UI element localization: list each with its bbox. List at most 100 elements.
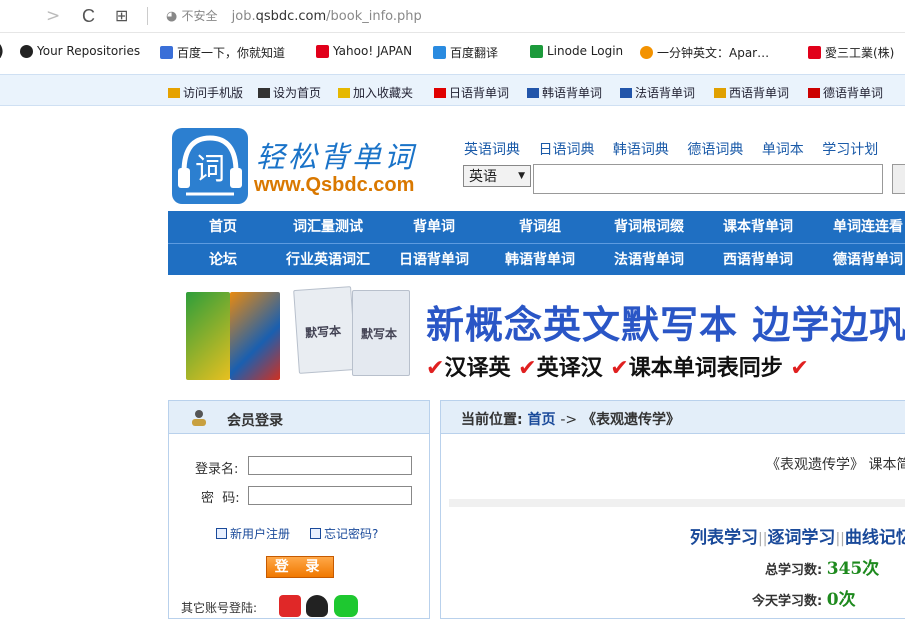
toplink-label: 法语背单词 [635,86,696,100]
username-field[interactable] [248,456,412,475]
menu-item-french[interactable]: 法语背单词 [590,244,708,275]
toplink-korean[interactable]: 韩语背单词 [527,84,602,101]
menu-item-phrases[interactable]: 背词组 [490,211,590,243]
dict-link-german[interactable]: 德语词典 [687,142,743,158]
stat-label: 今天学习数: [752,594,823,609]
korea-flag-icon [527,87,539,98]
forgot-icon [310,528,321,539]
bookmark-label: 百度一下，你就知道 [177,46,286,60]
check-icon: ✔ [610,356,629,381]
total-study-count: 总学习数: 345次 [765,554,879,579]
dict-link-wordbook[interactable]: 单词本 [762,142,804,158]
logo-glyph: 词 [195,152,225,187]
menu-item-industry[interactable]: 行业英语词汇 [278,244,378,275]
bookmark-item[interactable]: Your Repositories [20,44,140,58]
reload-icon[interactable]: C [82,6,95,27]
username-label: 登录名: [195,462,239,477]
menu-item-spanish[interactable]: 西语背单词 [708,244,808,275]
language-select[interactable]: 英语 ▼ [463,165,531,187]
forgot-password-link[interactable]: 忘记密码? [310,525,378,542]
register-link[interactable]: 新用户注册 [216,525,290,542]
bookmark-item[interactable]: 一分钟英文：Apar… [640,44,769,61]
menu-item-german[interactable]: 德语背单词 [808,244,905,275]
forward-icon[interactable]: > [46,6,60,26]
toplink-japanese[interactable]: 日语背单词 [434,84,509,101]
book-label: 默写本 [304,323,342,341]
breadcrumb: 当前位置: 首页 -> 《表观遗传学》 [441,401,905,434]
apps-icon[interactable]: ⊞ [115,6,128,25]
forgot-label: 忘记密码? [324,527,379,541]
toplink-mobile[interactable]: 访问手机版 [168,84,243,101]
browser-toolbar: > C ⊞ ◕ 不安全 job.qsbdc.com/book_info.php [0,0,905,33]
orange-icon [640,46,653,59]
language-value: 英语 [469,169,497,185]
study-mode-links: 列表学习||逐词学习||曲线记忆 [690,523,905,548]
menu-item-words[interactable]: 背单词 [378,211,490,243]
url-path: /book_info.php [326,9,422,24]
book-cover-image [230,292,280,380]
study-list-link[interactable]: 列表学习 [690,528,758,548]
today-study-count: 今天学习数: 0次 [752,585,856,610]
bookmark-item[interactable]: 百度一下，你就知道 [160,44,285,61]
check-icon: ✔ [518,356,537,381]
member-login-panel: 会员登录 登录名: 密 码: 新用户注册 忘记密码? 登 录 其它账号登陆: [168,400,430,619]
toplink-spanish[interactable]: 西语背单词 [714,84,789,101]
security-label: 不安全 [181,9,218,23]
bookmark-item[interactable]: Yahoo! JAPAN [316,44,412,58]
address-bar[interactable]: ◕ 不安全 job.qsbdc.com/book_info.php [166,7,422,24]
toplink-label: 韩语背单词 [542,86,603,100]
yahoo-icon [808,46,821,59]
wechat-icon[interactable] [334,595,358,617]
search-button[interactable] [892,164,905,194]
register-label: 新用户注册 [230,527,291,541]
japan-flag-icon [434,87,446,98]
dict-link-english[interactable]: 英语词典 [464,142,520,158]
site-top-links: 访问手机版 设为首页 加入收藏夹 日语背单词 韩语背单词 法语背单词 西语背单词… [0,74,905,106]
stat-value: 0次 [826,590,856,610]
bookmark-item[interactable]: 愛三工業(株) [808,44,894,61]
study-curve-link[interactable]: 曲线记忆 [845,528,905,548]
translate-icon [433,46,446,59]
breadcrumb-home-link[interactable]: 首页 [527,412,555,428]
mobile-icon [168,87,180,98]
study-word-link[interactable]: 逐词学习 [767,528,835,548]
url-host: qsbdc.com [255,9,327,24]
bookmark-item[interactable]: Linode Login [530,44,623,58]
password-field[interactable] [248,486,412,505]
login-button[interactable]: 登 录 [266,556,334,578]
overflow-chevron-icon[interactable]: ) [0,42,4,60]
toplink-homepage[interactable]: 设为首页 [258,84,321,101]
qq-icon[interactable] [306,595,328,617]
toplink-german[interactable]: 德语背单词 [808,84,883,101]
register-icon [216,528,227,539]
dict-link-japanese[interactable]: 日语词典 [538,142,594,158]
yahoo-icon [316,44,329,58]
toplink-favorites[interactable]: 加入收藏夹 [338,84,413,101]
search-input[interactable] [533,164,883,194]
menu-item-roots[interactable]: 背词根词缀 [590,211,708,243]
toplink-label: 访问手机版 [183,86,244,100]
breadcrumb-arrow: -> [560,412,578,428]
menu-item-forum[interactable]: 论坛 [168,244,278,275]
login-title: 会员登录 [227,413,283,429]
toplink-french[interactable]: 法语背单词 [620,84,695,101]
menu-item-textbook[interactable]: 课本背单词 [708,211,808,243]
toplink-label: 加入收藏夹 [353,86,414,100]
dict-link-plan[interactable]: 学习计划 [822,142,878,158]
menu-item-japanese[interactable]: 日语背单词 [378,244,490,275]
menu-row: 论坛 行业英语词汇 日语背单词 韩语背单词 法语背单词 西语背单词 德语背单词 [168,243,905,275]
menu-item-home[interactable]: 首页 [168,211,278,243]
promo-banner[interactable]: 默写本 默写本 新概念英文默写本 边学边巩固 ✔汉译英 ✔英译汉 ✔课本单词表同… [168,282,905,387]
menu-item-word-game[interactable]: 单词连连看 [808,211,905,243]
dict-link-korean[interactable]: 韩语词典 [613,142,669,158]
book-cover-image: 默写本 [293,286,357,374]
bookmark-item[interactable]: 百度翻译 [433,44,498,61]
book-cover-image [186,292,230,380]
site-logo[interactable]: 词 轻松背单词 www.Qsbdc.com [172,128,434,204]
book-info-panel: 当前位置: 首页 -> 《表观遗传学》 《表观遗传学》 课本简 列表学习 ||逐词… [440,400,905,619]
menu-item-korean[interactable]: 韩语背单词 [490,244,590,275]
weibo-icon[interactable] [279,595,301,617]
menu-item-vocab-test[interactable]: 词汇量测试 [278,211,378,243]
main-menu: 首页 词汇量测试 背单词 背词组 背词根词缀 课本背单词 单词连连看 论坛 行业… [168,211,905,275]
check-icon: ✔ [790,356,809,381]
